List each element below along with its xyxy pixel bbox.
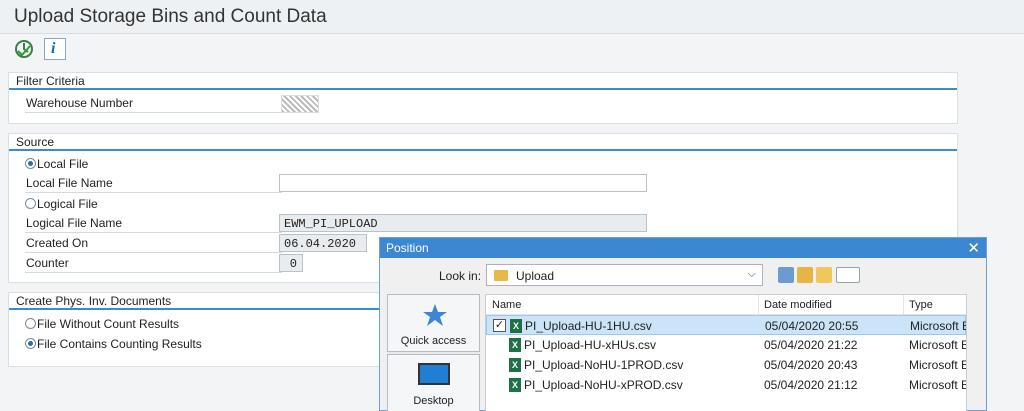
warehouse-number-field[interactable] [281, 95, 319, 113]
created-on-label: Created On [25, 233, 282, 253]
logical-file-name-value: EWM_PI_UPLOAD [284, 217, 378, 231]
filter-criteria-heading: Filter Criteria [16, 74, 85, 88]
local-file-name-input[interactable] [279, 174, 647, 192]
execute-icon[interactable] [13, 38, 35, 60]
create-docs-heading: Create Phys. Inv. Documents [16, 294, 172, 308]
file-row[interactable]: X PI_Upload-NoHU-xPROD.csv 05/04/2020 21… [486, 375, 966, 395]
quick-access-button[interactable]: Quick access [387, 294, 480, 352]
star-icon [423, 304, 447, 326]
look-in-label: Look in: [439, 269, 482, 283]
file-list-header: Name Date modified Type [486, 295, 966, 315]
counter-field[interactable]: 0 [279, 254, 303, 272]
look-in-dropdown[interactable]: Upload ⌵ [486, 264, 763, 286]
file-list: Name Date modified Type ✓ X PI_Upload-HU… [485, 294, 967, 411]
excel-file-icon: X [509, 338, 521, 352]
filter-criteria-group: Filter Criteria Warehouse Number [8, 72, 958, 124]
title-bar: Upload Storage Bins and Count Data [0, 0, 1024, 34]
close-icon[interactable]: ✕ [967, 239, 980, 257]
dialog-title-bar: Position ✕ [380, 238, 986, 258]
local-file-radio-label: Local File [37, 157, 89, 171]
new-folder-icon[interactable] [816, 267, 832, 283]
column-date-modified[interactable]: Date modified [764, 299, 832, 311]
column-name[interactable]: Name [492, 299, 521, 311]
logical-file-radio-label: Logical File [37, 197, 98, 211]
desktop-button[interactable]: Desktop [387, 354, 480, 411]
file-date: 05/04/2020 21:22 [764, 338, 858, 352]
warehouse-number-label-text: Warehouse Number [26, 96, 133, 110]
local-file-name-label: Local File Name [25, 173, 282, 193]
group-header: Source [9, 134, 957, 151]
view-menu-icon[interactable] [836, 267, 860, 283]
column-type[interactable]: Type [909, 299, 933, 311]
checkbox-checked-icon[interactable]: ✓ [493, 319, 506, 332]
logical-file-name-label-text: Logical File Name [26, 216, 123, 230]
file-type: Microsoft E [909, 378, 967, 392]
group-header: Filter Criteria [9, 73, 957, 90]
excel-file-icon: X [509, 358, 521, 372]
file-date: 05/04/2020 20:55 [765, 319, 859, 333]
dialog-title: Position [386, 241, 429, 255]
page-title: Upload Storage Bins and Count Data [14, 6, 327, 27]
file-name: PI_Upload-NoHU-xPROD.csv [524, 378, 683, 392]
file-type: Microsoft E [910, 319, 967, 333]
file-name: PI_Upload-HU-1HU.csv [525, 319, 652, 333]
column-separator [758, 295, 759, 315]
look-in-value: Upload [516, 269, 555, 283]
file-type: Microsoft E [909, 358, 967, 372]
file-date: 05/04/2020 21:12 [764, 378, 858, 392]
local-file-name-label-text: Local File Name [26, 176, 113, 190]
info-icon[interactable]: i [44, 38, 66, 60]
radio-unselected-icon [25, 198, 36, 209]
counter-label: Counter [25, 253, 282, 273]
file-row[interactable]: X PI_Upload-HU-xHUs.csv 05/04/2020 21:22… [486, 335, 966, 355]
file-row[interactable]: X PI_Upload-NoHU-1PROD.csv 05/04/2020 20… [486, 355, 966, 375]
logical-file-name-field[interactable]: EWM_PI_UPLOAD [279, 214, 647, 232]
file-name: PI_Upload-NoHU-1PROD.csv [524, 358, 684, 372]
created-on-field[interactable]: 06.04.2020 [279, 234, 367, 252]
file-contains-count-label: File Contains Counting Results [37, 337, 202, 351]
logical-file-name-label: Logical File Name [25, 213, 282, 233]
places-bar: Quick access Desktop [387, 294, 480, 411]
back-icon[interactable] [778, 267, 794, 283]
radio-unselected-icon [25, 318, 36, 329]
excel-file-icon: X [509, 378, 521, 392]
desktop-icon [418, 363, 450, 385]
file-name: PI_Upload-HU-xHUs.csv [524, 338, 657, 352]
created-on-label-text: Created On [26, 236, 89, 250]
file-without-count-label: File Without Count Results [37, 317, 180, 331]
folder-icon [494, 270, 508, 281]
file-date: 05/04/2020 20:43 [764, 358, 858, 372]
position-dialog: Position ✕ Look in: Upload ⌵ Quick acces… [379, 237, 987, 411]
desktop-label: Desktop [413, 395, 454, 407]
excel-file-icon: X [510, 319, 522, 333]
source-heading: Source [16, 135, 55, 149]
file-type: Microsoft E [909, 338, 967, 352]
created-on-value: 06.04.2020 [284, 237, 357, 251]
toolbar: i [0, 34, 1024, 64]
counter-value: 0 [289, 257, 297, 271]
warehouse-number-label: Warehouse Number [25, 93, 282, 113]
counter-label-text: Counter [26, 256, 69, 270]
radio-selected-icon [25, 158, 36, 169]
quick-access-label: Quick access [400, 335, 467, 347]
column-separator [903, 295, 904, 315]
radio-selected-icon [25, 338, 36, 349]
up-folder-icon[interactable] [797, 267, 813, 283]
chevron-down-icon: ⌵ [747, 268, 756, 280]
file-row[interactable]: ✓ X PI_Upload-HU-1HU.csv 05/04/2020 20:5… [486, 315, 966, 335]
